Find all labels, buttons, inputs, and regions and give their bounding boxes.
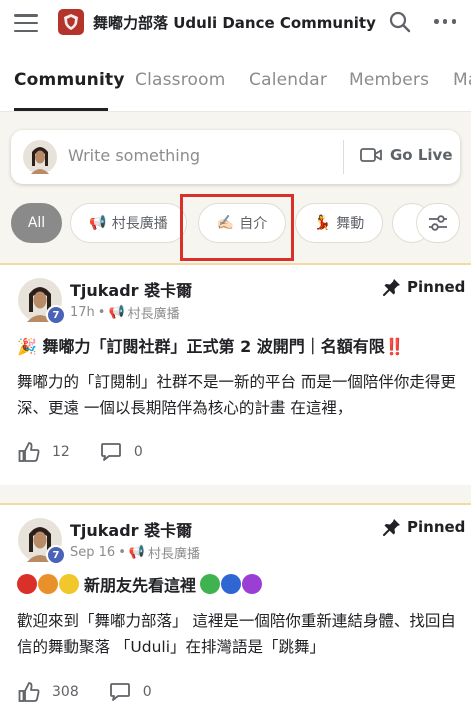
post-meta: 17h • 📢 村長廣播	[70, 303, 180, 322]
pinned-label: Pinned	[407, 518, 466, 536]
post-card[interactable]: 7 Tjukadr 裘卡爾 17h • 📢 村長廣播 Pinned 🎉 舞嘟力「…	[0, 263, 471, 485]
like-count: 308	[52, 684, 79, 700]
yellow-circle-icon	[59, 574, 79, 595]
search-icon[interactable]	[389, 11, 411, 33]
chip-all[interactable]: All	[11, 203, 62, 243]
post-time: 17h	[70, 305, 95, 320]
go-live-button[interactable]: Go Live	[360, 146, 453, 164]
megaphone-icon: 📢	[108, 305, 125, 320]
comment-count: 0	[142, 684, 152, 700]
pinned-badge: Pinned	[383, 518, 465, 536]
thumbs-up-icon[interactable]	[18, 681, 40, 703]
app-header: 舞嘟力部落 Uduli Dance Community	[0, 0, 471, 48]
pinned-label: Pinned	[407, 278, 466, 296]
post-category[interactable]: 村長廣播	[148, 543, 200, 562]
blue-circle-icon	[221, 574, 242, 595]
author-name[interactable]: Tjukadr 裘卡爾	[70, 517, 192, 541]
divider	[343, 140, 344, 174]
double-exclamation-icon: ‼️	[384, 337, 405, 356]
hamburger-icon[interactable]	[14, 14, 38, 32]
megaphone-icon: 📢	[89, 215, 107, 231]
colored-circles-left	[17, 574, 80, 595]
community-logo[interactable]	[58, 9, 84, 35]
tab-community[interactable]: Community	[14, 70, 125, 90]
dancer-icon: 💃	[313, 215, 332, 231]
level-badge: 7	[46, 545, 66, 565]
post-title-text: 新朋友先看這裡	[84, 576, 197, 595]
comment-icon[interactable]	[109, 681, 131, 703]
red-circle-icon	[17, 574, 37, 595]
post-time: Sep 16	[70, 545, 116, 560]
post-title-text: 舞嘟力「訂閱社群」正式第 2 波開門｜名額有限	[42, 337, 385, 356]
post-meta: Sep 16 • 📢 村長廣播	[70, 543, 201, 562]
purple-circle-icon	[242, 574, 263, 595]
orange-circle-icon	[38, 574, 58, 595]
comment-count: 0	[133, 444, 143, 460]
like-count: 12	[52, 444, 70, 460]
tab-calendar[interactable]: Calendar	[249, 70, 327, 90]
chip-dance[interactable]: 💃 舞動	[295, 203, 383, 243]
party-popper-icon: 🎉	[17, 337, 37, 356]
author-name[interactable]: Tjukadr 裘卡爾	[70, 277, 192, 301]
avatar	[23, 140, 57, 174]
post-excerpt[interactable]: 歡迎來到「舞嘟力部落」 這裡是一個陪你重新連結身體、找回自信的舞動聚落 「Udu…	[17, 608, 462, 660]
sliders-icon	[429, 215, 447, 231]
chip-label: 村長廣播	[111, 216, 168, 232]
chip-label: 舞動	[336, 216, 365, 232]
chip-label: All	[27, 215, 46, 231]
more-horizontal-icon[interactable]	[434, 19, 456, 25]
post-composer[interactable]: Write something Go Live	[11, 130, 460, 184]
chip-village-broadcast[interactable]: 📢 村長廣播	[70, 203, 187, 243]
colored-circles-right	[200, 574, 263, 595]
post-card[interactable]: 7 Tjukadr 裘卡爾 Sep 16 • 📢 村長廣播 Pinned 新朋友…	[0, 503, 471, 720]
filter-settings-button[interactable]	[416, 203, 460, 243]
post-title[interactable]: 🎉 舞嘟力「訂閱社群」正式第 2 波開門｜名額有限‼️	[17, 333, 405, 357]
go-live-label: Go Live	[390, 146, 453, 164]
megaphone-icon: 📢	[128, 545, 146, 560]
tab-classroom[interactable]: Classroom	[135, 70, 226, 90]
post-excerpt[interactable]: 舞嘟力的「訂閱制」社群不是一新的平台 而是一個陪伴你走得更深、更遠 一個以長期陪…	[17, 369, 462, 421]
post-actions: 308 0	[18, 681, 182, 703]
level-badge: 7	[46, 305, 66, 325]
post-category[interactable]: 村長廣播	[128, 303, 180, 322]
pin-icon	[383, 519, 400, 536]
post-actions: 12 0	[18, 441, 173, 463]
pin-icon	[383, 279, 400, 296]
post-title[interactable]: 新朋友先看這裡	[17, 572, 263, 596]
active-tab-indicator	[14, 108, 108, 111]
shield-icon	[64, 14, 78, 30]
nav-tabs: Community Classroom Calendar Members Ma	[0, 48, 471, 112]
tab-members[interactable]: Members	[349, 70, 429, 90]
write-something-input[interactable]: Write something	[68, 146, 200, 165]
video-camera-icon	[360, 148, 382, 162]
comment-icon[interactable]	[100, 441, 122, 463]
tab-map[interactable]: Ma	[453, 70, 471, 90]
highlight-box	[180, 194, 294, 261]
pinned-badge: Pinned	[383, 278, 465, 296]
community-title[interactable]: 舞嘟力部落 Uduli Dance Community	[93, 12, 376, 33]
thumbs-up-icon[interactable]	[18, 441, 40, 463]
green-circle-icon	[200, 574, 221, 595]
